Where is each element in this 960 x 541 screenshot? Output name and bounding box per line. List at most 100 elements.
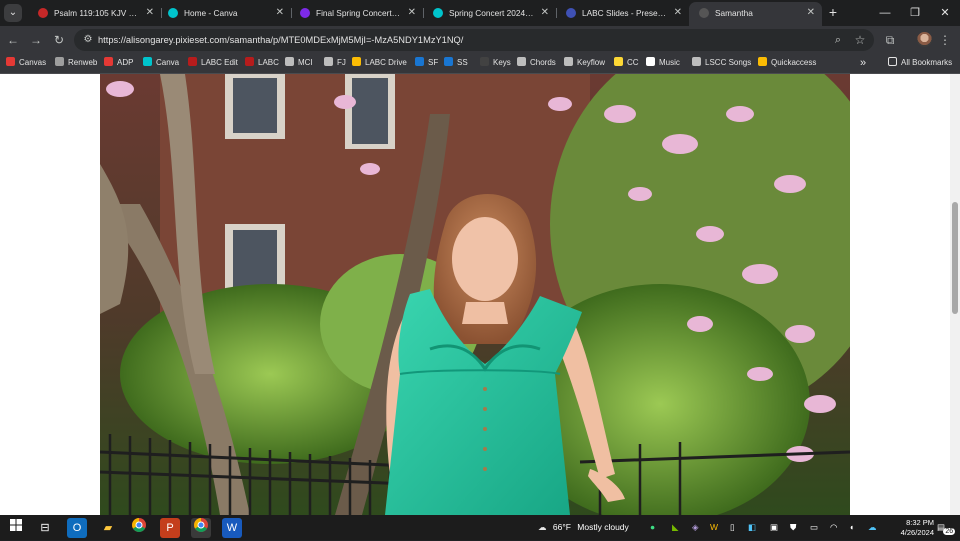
bookmark-favicon-icon [692,57,701,66]
bookmark-favicon-icon [6,57,15,66]
bookmark-label: ADP [117,58,134,67]
tune-icon[interactable]: ⚙ [80,32,96,48]
tab-title: Home - Canva [184,8,238,18]
reload-icon[interactable]: ↻ [49,30,69,50]
forward-arrow-icon[interactable]: → [26,30,46,50]
tray-teams-icon[interactable]: ▣ [770,515,778,540]
bookmark-item[interactable]: Quickaccess [758,53,816,73]
all-bookmarks-button[interactable]: All Bookmarks [888,53,952,73]
nvidia-icon[interactable]: ◣ [672,515,679,540]
wifi-icon[interactable]: ◠ [830,515,837,540]
minimize-button[interactable]: — [870,0,900,26]
folder-icon [888,57,897,66]
system-clock[interactable]: 8:32 PM 4/26/2024 [878,518,934,538]
close-window-button[interactable]: ✕ [930,0,960,26]
tab-close-icon[interactable]: ✕ [276,2,284,24]
tray-icon-3[interactable]: ◈ [692,515,699,540]
url-text[interactable]: https://alisongarey.pixieset.com/samanth… [98,29,463,51]
zoom-icon[interactable]: ⌕ [830,32,846,48]
kebab-menu-icon[interactable]: ⋮ [935,30,955,50]
bookmark-item[interactable]: Keys [480,53,511,73]
task-view-icon[interactable]: ⊟ [35,518,55,538]
tab-favicon-icon [433,8,443,18]
chrome-active-icon[interactable] [191,518,211,538]
bookmark-favicon-icon [352,57,361,66]
tab-title: Samantha [715,8,753,18]
tab-close-icon[interactable]: ✕ [541,2,549,24]
tray-w-icon[interactable]: W [710,515,718,540]
volume-icon[interactable]: ◖ [849,515,854,540]
bookmark-favicon-icon [614,57,623,66]
bookmark-item[interactable]: LSCC Songs [692,53,751,73]
onedrive-icon[interactable]: ☁ [868,515,877,540]
address-bar[interactable]: ⚙ https://alisongarey.pixieset.com/saman… [74,29,874,51]
windows-start-icon[interactable] [6,518,26,538]
bookmark-label: SF [428,58,439,67]
bookmark-label: LABC [258,58,279,67]
usb-icon[interactable]: ▯ [730,515,735,540]
word-icon[interactable]: W [222,518,242,538]
tab-close-icon[interactable]: ✕ [674,2,682,24]
restore-button[interactable]: ❐ [900,0,930,26]
security-icon[interactable]: ⛊ [790,515,796,540]
tab-close-icon[interactable]: ✕ [408,2,416,24]
bookmark-item[interactable]: MCI [285,53,313,73]
browser-toolbar: ← → ↻ ⚙ https://alisongarey.pixieset.com… [0,26,960,53]
bookmark-item[interactable]: FJ [324,53,346,73]
bookmark-item[interactable]: ADP [104,53,133,73]
bookmarks-bar: Canvas Renweb ADP Canva LABC Edit LABC MCI FJ LA… [0,53,960,74]
browser-tab[interactable]: Psalm 119:105 KJV - Thy w ✕ [28,2,162,24]
bookmark-label: LABC Drive [365,58,407,67]
browser-tab[interactable]: Spring Concert 2024 Conc ✕ [423,2,557,24]
bookmark-label: Chords [530,58,556,67]
bookmark-item[interactable]: SF [415,53,438,73]
tray-app-icon[interactable]: ● [650,515,655,540]
tab-favicon-icon [168,8,178,18]
tab-search-button[interactable]: ⌄ [4,4,22,22]
bookmark-favicon-icon [143,57,152,66]
bookmark-item[interactable]: LABC Edit [188,53,238,73]
page-content [0,74,950,515]
bookmark-favicon-icon [646,57,655,66]
back-arrow-icon[interactable]: ← [3,30,23,50]
browser-tab[interactable]: LABC Slides - Presentation ✕ [556,2,690,24]
battery-icon[interactable]: ▭ [810,515,818,540]
bookmark-item[interactable]: LABC Drive [352,53,407,73]
bookmark-item[interactable]: LABC [245,53,279,73]
bookmark-item[interactable]: SS [444,53,468,73]
bookmark-label: CC [627,58,639,67]
file-explorer-icon[interactable]: ▰ [98,518,118,538]
bookmark-label: Music [659,58,680,67]
bookmark-item[interactable]: Keyflow [564,53,605,73]
bookmark-label: Canva [156,58,180,67]
tab-title: Spring Concert 2024 Conc [449,8,534,18]
bookmark-item[interactable]: Canva [143,53,179,73]
star-icon[interactable]: ☆ [852,32,868,48]
bookmark-item[interactable]: Canvas [6,53,46,73]
tab-close-icon[interactable]: ✕ [807,2,815,24]
bookmark-item[interactable]: Chords [517,53,556,73]
weather-widget[interactable]: ☁ 66°F Mostly cloudy [538,515,629,540]
scrollbar-thumb[interactable] [952,202,958,314]
tab-close-icon[interactable]: ✕ [146,2,154,24]
tray-outlook-icon[interactable]: ◧ [748,515,756,540]
chrome-icon[interactable] [129,518,149,538]
bookmarks-overflow-button[interactable]: » [860,53,866,73]
bookmark-item[interactable]: CC [614,53,639,73]
browser-tab[interactable]: Samantha ✕ [689,2,822,26]
browser-tab[interactable]: Final Spring Concert Progr ✕ [290,2,424,24]
bookmark-item[interactable]: Renweb [55,53,97,73]
new-tab-button[interactable]: + [824,3,842,21]
bookmark-item[interactable]: Music [646,53,680,73]
tab-favicon-icon [300,8,310,18]
notification-center[interactable]: ▤ 26 [937,515,959,540]
portrait-photo[interactable] [100,74,850,515]
browser-tab[interactable]: Home - Canva ✕ [158,2,292,24]
outlook-icon[interactable]: O [67,518,87,538]
avatar[interactable] [917,32,932,47]
page-scrollbar[interactable] [950,74,960,515]
puzzle-icon[interactable]: ⧉ [880,30,900,50]
powerpoint-icon[interactable]: P [160,518,180,538]
bookmark-favicon-icon [415,57,424,66]
bookmark-label: SS [457,58,468,67]
